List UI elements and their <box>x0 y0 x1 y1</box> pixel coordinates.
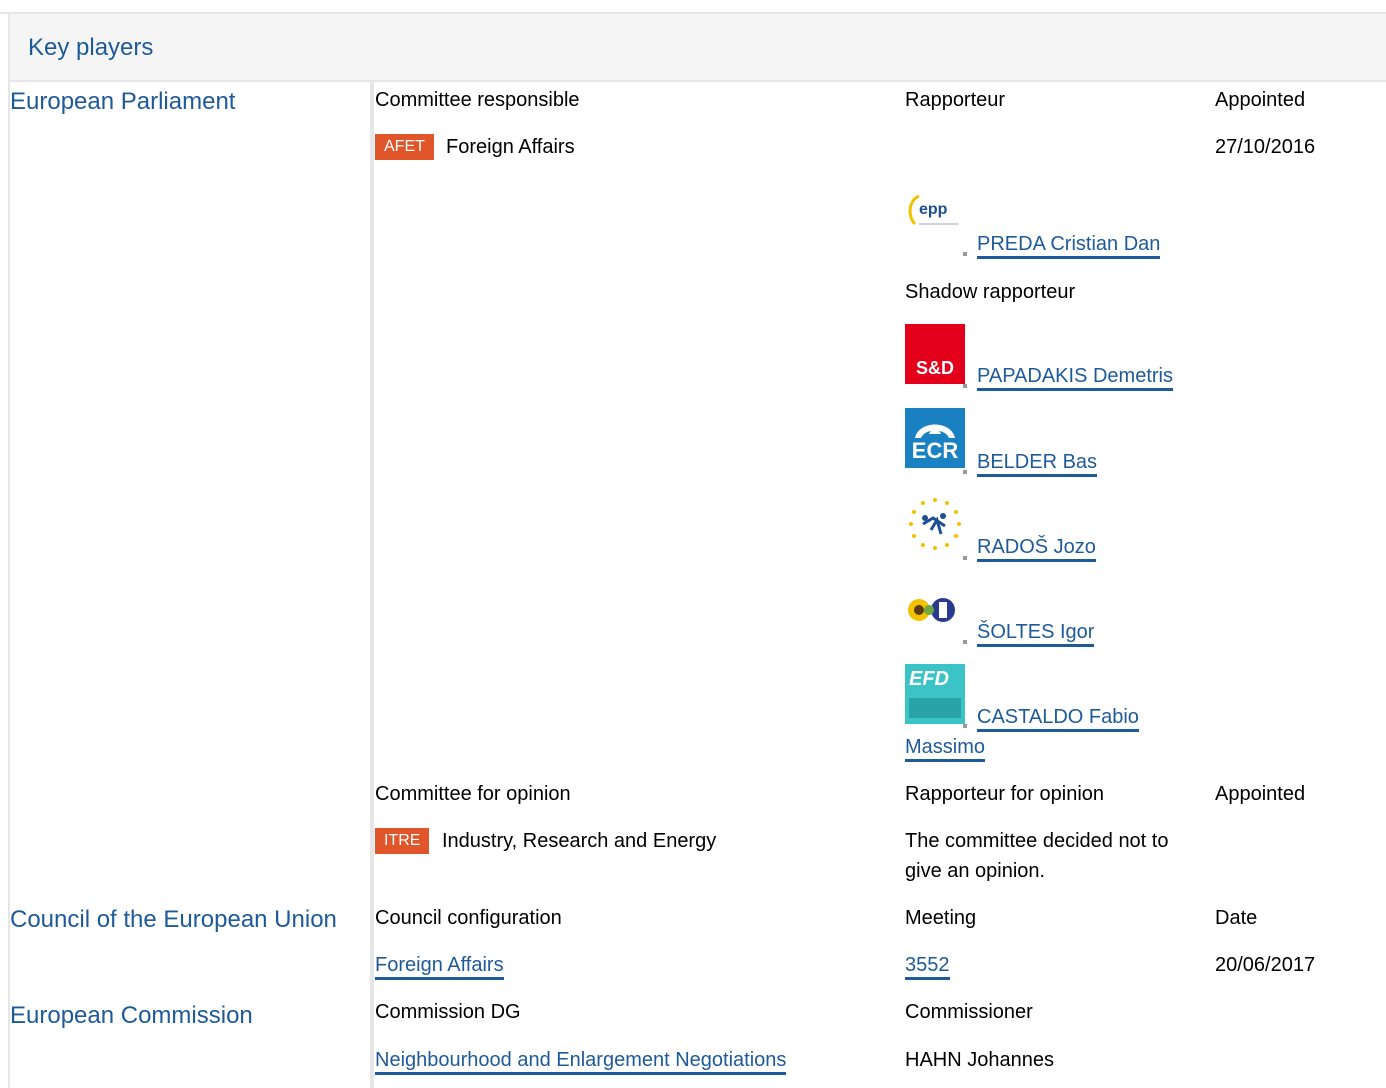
shadow-rapporteur-link[interactable]: RADOŠ Jozo <box>977 536 1096 562</box>
efdd-logo-band <box>909 698 961 718</box>
committee-badge-afet: AFET <box>375 134 434 160</box>
shadow-rapporteur-link[interactable]: PAPADAKIS Demetris <box>977 365 1173 391</box>
appointed-header: Appointed <box>1215 783 1306 805</box>
commission-dg-header: Commission DG <box>375 1001 521 1023</box>
logo-marker <box>963 470 967 474</box>
column-divider <box>370 82 374 1088</box>
opinion-committee-name: Industry, Research and Energy <box>442 830 717 852</box>
shadow-rapporteur-link[interactable]: CASTALDO Fabio <box>977 706 1139 732</box>
opinion-note-line1: The committee decided not to <box>905 830 1169 852</box>
svg-text:epp: epp <box>919 201 948 218</box>
efdd-logo-icon: EFD <box>905 664 965 724</box>
alde-logo-icon <box>905 494 965 554</box>
shadow-rapporteur-link[interactable]: BELDER Bas <box>977 451 1098 477</box>
council-configuration-header: Council configuration <box>375 907 562 929</box>
logo-marker <box>963 384 967 388</box>
ecr-logo-text: ECR <box>911 438 959 463</box>
council-configuration-link[interactable]: Foreign Affairs <box>375 954 504 980</box>
committee-responsible-header: Committee responsible <box>375 89 580 111</box>
committee-badge-itre: ITRE <box>375 828 430 854</box>
commissioner-name: HAHN Johannes <box>905 1049 1054 1071</box>
greens-efa-logo-icon <box>905 580 965 640</box>
epp-logo-icon: epp <box>905 190 965 250</box>
committee-opinion-header: Committee for opinion <box>375 783 571 805</box>
meeting-header: Meeting <box>905 907 977 929</box>
logo-marker <box>963 252 967 256</box>
meeting-date: 20/06/2017 <box>1215 954 1316 976</box>
shadow-rapporteur-link[interactable]: ŠOLTES Igor <box>977 621 1095 647</box>
s-and-d-logo-text: S&D <box>915 358 954 378</box>
key-players-header: Key players <box>8 14 1386 82</box>
institution-council: Council of the European Union <box>10 906 337 933</box>
appointed-header: Appointed <box>1215 89 1306 111</box>
institution-column <box>8 82 370 1088</box>
shadow-rapporteur-label: Shadow rapporteur <box>905 281 1076 303</box>
opinion-note-line2: give an opinion. <box>905 860 1046 882</box>
logo-marker <box>963 556 967 560</box>
meeting-link[interactable]: 3552 <box>905 954 950 980</box>
logo-marker <box>963 724 967 728</box>
logo-marker <box>963 640 967 644</box>
institution-european-parliament: European Parliament <box>10 88 236 115</box>
section-title: Key players <box>28 34 154 61</box>
committee-name: Foreign Affairs <box>446 136 575 158</box>
rapporteur-header: Rapporteur <box>905 89 1006 111</box>
shadow-rapporteur-link-continued[interactable]: Massimo <box>905 736 986 762</box>
s-and-d-logo-icon: S&D <box>905 324 965 384</box>
rapporteur-opinion-header: Rapporteur for opinion <box>905 783 1105 805</box>
rapporteur-link[interactable]: PREDA Cristian Dan <box>977 233 1161 259</box>
date-header: Date <box>1215 907 1258 929</box>
commission-dg-link[interactable]: Neighbourhood and Enlargement Negotiatio… <box>375 1049 787 1075</box>
commissioner-header: Commissioner <box>905 1001 1033 1023</box>
institution-commission: European Commission <box>10 1002 253 1029</box>
appointed-date: 27/10/2016 <box>1215 136 1316 158</box>
ecr-logo-icon: ECR <box>905 408 965 468</box>
efdd-logo-text: EFD <box>909 668 949 690</box>
